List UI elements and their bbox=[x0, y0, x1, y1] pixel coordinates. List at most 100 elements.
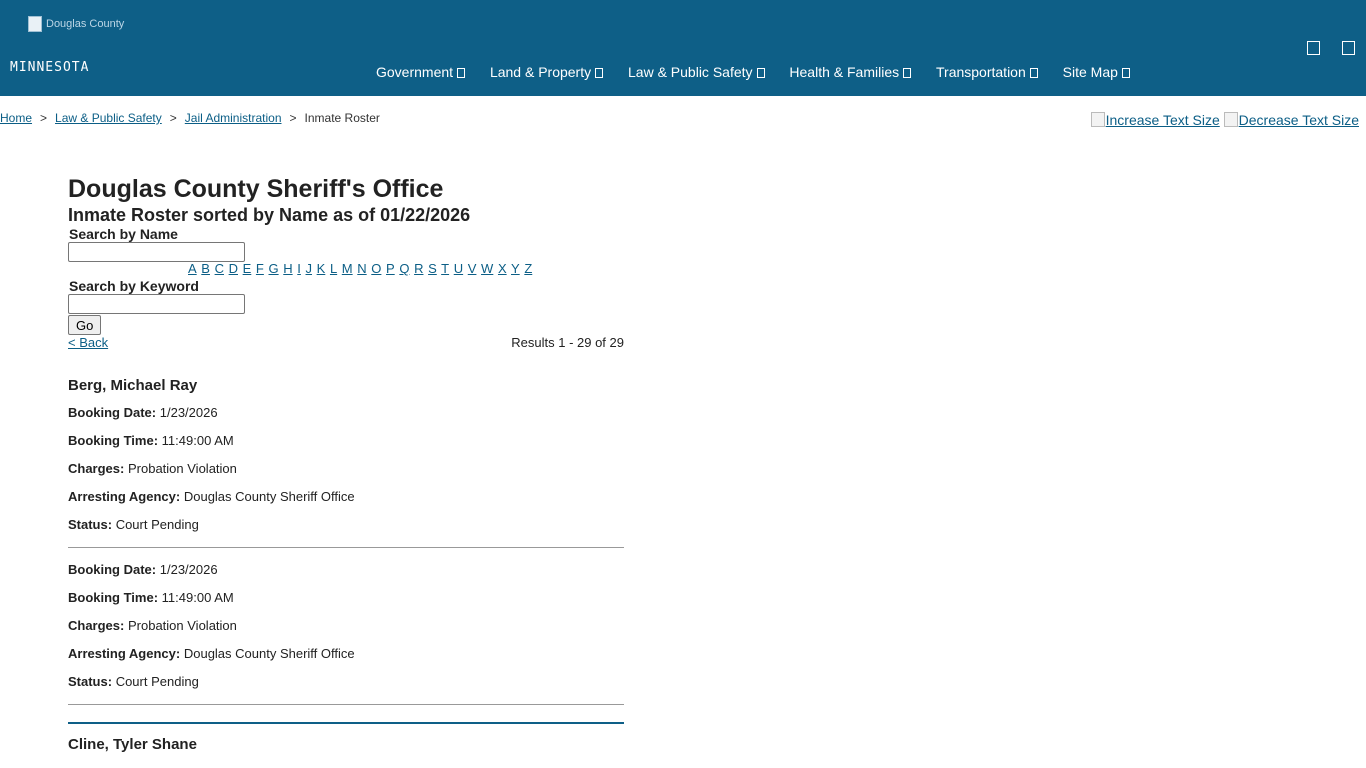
alpha-link-b[interactable]: B bbox=[201, 261, 210, 276]
alpha-link-o[interactable]: O bbox=[371, 261, 381, 276]
alpha-link-k[interactable]: K bbox=[317, 261, 326, 276]
arresting-agency-value: Douglas County Sheriff Office bbox=[183, 489, 355, 504]
nav-health-families[interactable]: Health & Families bbox=[789, 64, 912, 80]
alpha-link-d[interactable]: D bbox=[229, 261, 238, 276]
status-label: Status: bbox=[68, 674, 113, 689]
nav-label: Law & Public Safety bbox=[628, 64, 753, 80]
booking-date-value: 1/23/2026 bbox=[159, 562, 218, 577]
status-value: Court Pending bbox=[115, 674, 199, 689]
booking-time-line: Booking Time: 11:49:00 AM bbox=[68, 433, 624, 449]
booking-divider bbox=[68, 704, 624, 705]
arresting-agency-label: Arresting Agency: bbox=[68, 646, 181, 661]
alpha-link-u[interactable]: U bbox=[454, 261, 463, 276]
decrease-text-size-label: Decrease Text Size bbox=[1238, 112, 1359, 128]
inmate-divider bbox=[68, 722, 624, 724]
increase-text-size-label: Increase Text Size bbox=[1105, 112, 1220, 128]
arresting-agency-line: Arresting Agency: Douglas County Sheriff… bbox=[68, 646, 624, 662]
menu-toggle-icon[interactable] bbox=[1342, 41, 1355, 55]
alpha-link-c[interactable]: C bbox=[215, 261, 224, 276]
nav-site-map[interactable]: Site Map bbox=[1063, 64, 1130, 80]
charges-line: Charges: Probation Violation bbox=[68, 618, 624, 634]
nav-government[interactable]: Government bbox=[376, 64, 466, 80]
search-name-input[interactable] bbox=[68, 242, 245, 262]
alpha-link-m[interactable]: M bbox=[342, 261, 353, 276]
nav-transportation[interactable]: Transportation bbox=[936, 64, 1038, 80]
alpha-link-g[interactable]: G bbox=[269, 261, 279, 276]
status-line: Status: Court Pending bbox=[68, 517, 624, 533]
booking-date-label: Booking Date: bbox=[68, 562, 157, 577]
page-subtitle: Inmate Roster sorted by Name as of 01/22… bbox=[68, 205, 471, 225]
go-button[interactable]: Go bbox=[68, 315, 102, 335]
breadcrumb-separator: > bbox=[289, 111, 297, 125]
arresting-agency-value: Douglas County Sheriff Office bbox=[183, 646, 355, 661]
alpha-link-r[interactable]: R bbox=[414, 261, 423, 276]
dropdown-icon bbox=[595, 68, 604, 78]
nav-label: Health & Families bbox=[789, 64, 900, 80]
alpha-link-z[interactable]: Z bbox=[524, 261, 532, 276]
alpha-link-f[interactable]: F bbox=[256, 261, 264, 276]
booking-date-line: Booking Date: 1/23/2026 bbox=[68, 562, 624, 578]
status-label: Status: bbox=[68, 517, 113, 532]
alpha-link-q[interactable]: Q bbox=[399, 261, 409, 276]
breadcrumb-separator: > bbox=[40, 111, 48, 125]
booking-date-label: Booking Date: bbox=[68, 405, 157, 420]
inmate-name: Berg, Michael Ray bbox=[68, 377, 198, 394]
status-line: Status: Court Pending bbox=[68, 674, 624, 690]
back-link[interactable]: < Back bbox=[68, 335, 108, 350]
logo-state-text: MINNESOTA bbox=[10, 60, 90, 75]
site-header: Douglas County MINNESOTA Government Land… bbox=[0, 0, 1366, 96]
booking-time-value: 11:49:00 AM bbox=[161, 433, 234, 448]
dropdown-icon bbox=[903, 68, 912, 78]
broken-image-icon bbox=[28, 16, 42, 32]
alpha-link-y[interactable]: Y bbox=[511, 261, 520, 276]
breadcrumb-law-public-safety[interactable]: Law & Public Safety bbox=[55, 111, 162, 125]
alpha-link-a[interactable]: A bbox=[188, 261, 197, 276]
breadcrumb-separator: > bbox=[169, 111, 177, 125]
breadcrumb-home[interactable]: Home bbox=[0, 111, 32, 125]
dropdown-icon bbox=[756, 68, 765, 78]
alpha-link-i[interactable]: I bbox=[297, 261, 301, 276]
alpha-link-n[interactable]: N bbox=[357, 261, 366, 276]
booking-time-value: 11:49:00 AM bbox=[161, 590, 234, 605]
alpha-link-j[interactable]: J bbox=[306, 261, 313, 276]
alpha-link-s[interactable]: S bbox=[428, 261, 437, 276]
search-by-keyword-label: Search by Keyword bbox=[69, 278, 199, 294]
search-toggle-icon[interactable] bbox=[1307, 41, 1320, 55]
charges-value: Probation Violation bbox=[127, 618, 237, 633]
broken-image-icon bbox=[1223, 112, 1238, 127]
alpha-link-v[interactable]: V bbox=[468, 261, 477, 276]
alpha-link-p[interactable]: P bbox=[386, 261, 395, 276]
county-logo[interactable]: Douglas County bbox=[28, 16, 138, 34]
booking-time-label: Booking Time: bbox=[68, 590, 159, 605]
alpha-link-w[interactable]: W bbox=[481, 261, 493, 276]
inmate-name: Cline, Tyler Shane bbox=[68, 736, 197, 753]
dropdown-icon bbox=[1121, 68, 1130, 78]
alpha-link-x[interactable]: X bbox=[498, 261, 507, 276]
charges-label: Charges: bbox=[68, 618, 125, 633]
alpha-link-t[interactable]: T bbox=[441, 261, 449, 276]
inmate-record: Cline, Tyler Shane bbox=[68, 736, 624, 754]
nav-label: Site Map bbox=[1062, 64, 1118, 80]
main-nav: Government Land & Property Law & Public … bbox=[376, 64, 1151, 84]
nav-land-property[interactable]: Land & Property bbox=[490, 64, 604, 80]
decrease-text-size-link[interactable]: Decrease Text Size bbox=[1223, 112, 1359, 128]
arresting-agency-line: Arresting Agency: Douglas County Sheriff… bbox=[68, 489, 624, 505]
search-keyword-input[interactable] bbox=[68, 294, 245, 314]
inmate-record: Berg, Michael Ray Booking Date: 1/23/202… bbox=[68, 377, 624, 724]
booking-date-value: 1/23/2026 bbox=[159, 405, 218, 420]
results-bar: < Back Results 1 - 29 of 29 bbox=[68, 335, 624, 355]
charges-label: Charges: bbox=[68, 461, 125, 476]
alphabet-filter: A B C D E F G H I J K L M N O P Q R S T … bbox=[188, 262, 624, 276]
alpha-link-l[interactable]: L bbox=[330, 261, 337, 276]
breadcrumb-jail-administration[interactable]: Jail Administration bbox=[185, 111, 282, 125]
alpha-link-e[interactable]: E bbox=[243, 261, 252, 276]
increase-text-size-link[interactable]: Increase Text Size bbox=[1090, 112, 1220, 128]
booking-record: Booking Date: 1/23/2026 Booking Time: 11… bbox=[68, 562, 624, 705]
breadcrumb: Home > Law & Public Safety > Jail Administra… bbox=[0, 111, 380, 125]
alpha-link-h[interactable]: H bbox=[283, 261, 292, 276]
booking-divider bbox=[68, 547, 624, 548]
status-value: Court Pending bbox=[115, 517, 199, 532]
nav-label: Government bbox=[376, 64, 454, 80]
nav-law-public-safety[interactable]: Law & Public Safety bbox=[628, 64, 765, 80]
dropdown-icon bbox=[457, 68, 466, 78]
